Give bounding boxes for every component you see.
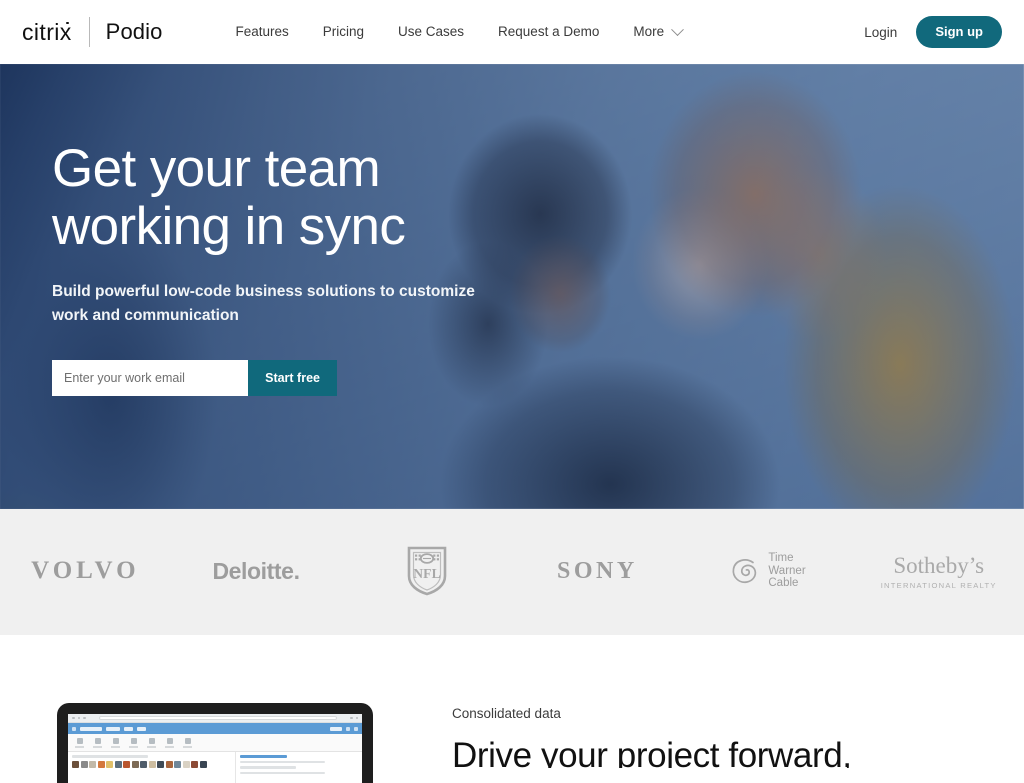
avatar	[199, 760, 207, 768]
browser-dot-icon	[350, 716, 353, 720]
nav-item-more-label: More	[633, 24, 665, 40]
avatar	[191, 760, 198, 768]
app-avatar-icon	[346, 726, 350, 731]
citrix-wordmark-icon: citrix	[22, 18, 72, 45]
app-title-placeholder	[80, 726, 102, 731]
avatar	[131, 760, 139, 768]
nav-item-pricing[interactable]: Pricing	[306, 25, 381, 39]
start-free-button[interactable]: Start free	[248, 360, 337, 396]
brand-divider	[88, 17, 90, 47]
hero-signup-form: Start free	[52, 360, 337, 396]
toolbar-icon	[75, 737, 84, 748]
volvo-logo-icon: VOLVO	[31, 557, 140, 584]
avatar	[97, 760, 105, 768]
browser-dot-icon	[83, 716, 86, 720]
site-header: citrix Podio Features Pricing Use Cases …	[0, 0, 1024, 64]
feature-text-block: Consolidated data Drive your project for…	[452, 707, 1012, 768]
member-avatar-grid	[72, 760, 231, 768]
avatar	[140, 760, 147, 768]
header-actions: Login Sign up	[864, 16, 1002, 48]
twc-wordmark: Time Warner Cable	[768, 552, 806, 590]
customer-logo-band: VOLVO Deloitte. NFL SONY Time Warner Cab…	[0, 509, 1024, 635]
feature-heading: Drive your project forward,	[452, 735, 852, 769]
content-line	[239, 760, 325, 763]
browser-dot-icon	[77, 716, 80, 720]
browser-chrome-bar	[68, 714, 362, 723]
content-line	[72, 755, 149, 758]
app-settings-icon	[354, 726, 358, 731]
browser-dot-icon	[355, 716, 358, 720]
hero-section: Get your team working in sync Build powe…	[0, 64, 1024, 509]
logo-cell-deloitte: Deloitte.	[171, 541, 342, 601]
app-nav-placeholder	[106, 726, 120, 731]
logo-cell-time-warner-cable: Time Warner Cable	[683, 541, 854, 601]
citrix-dot-icon	[66, 21, 69, 24]
toolbar-icon	[129, 737, 138, 748]
nav-item-use-cases[interactable]: Use Cases	[381, 25, 481, 39]
login-link[interactable]: Login	[864, 25, 897, 40]
avatar	[148, 760, 156, 768]
avatar	[157, 760, 164, 768]
work-email-input[interactable]	[52, 360, 249, 396]
podio-wordmark: Podio	[105, 19, 163, 44]
logo-cell-nfl: NFL	[341, 541, 512, 601]
app-action-placeholder	[330, 726, 342, 731]
sign-up-button[interactable]: Sign up	[916, 16, 1002, 48]
browser-dot-icon	[72, 716, 75, 720]
avatar	[182, 760, 190, 768]
tablet-screen	[68, 714, 362, 783]
avatar	[123, 760, 130, 768]
browser-url-bar	[98, 716, 337, 720]
nfl-shield-logo-icon: NFL	[407, 546, 446, 596]
toolbar-icon	[111, 737, 120, 748]
deloitte-logo-icon: Deloitte.	[212, 557, 300, 584]
toolbar-icon	[183, 737, 192, 748]
chevron-down-icon	[671, 22, 684, 36]
content-line	[239, 771, 325, 774]
avatar	[165, 760, 173, 768]
avatar	[174, 760, 181, 768]
sothebys-tagline: INTERNATIONAL REALTY	[880, 580, 997, 590]
logo-cell-volvo: VOLVO	[0, 541, 171, 601]
logo-cell-sothebys: Sotheby’s INTERNATIONAL REALTY	[853, 541, 1024, 601]
nav-item-features[interactable]: Features	[218, 25, 305, 39]
brand-logo[interactable]: citrix Podio	[22, 15, 162, 49]
svg-text:NFL: NFL	[413, 566, 441, 581]
hero-subtitle: Build powerful low-code business solutio…	[52, 283, 475, 324]
avatar	[72, 760, 79, 768]
content-line	[239, 755, 287, 758]
main-navigation: Features Pricing Use Cases Request a Dem…	[218, 22, 699, 40]
citrix-wordmark-text: citrix	[22, 18, 72, 45]
logo-cell-sony: SONY	[512, 541, 683, 601]
toolbar-icon	[147, 737, 156, 748]
content-line	[239, 766, 297, 769]
toolbar-icon	[165, 737, 174, 748]
feature-eyebrow: Consolidated data	[452, 706, 561, 721]
sothebys-logo-icon: Sotheby’s INTERNATIONAL REALTY	[881, 553, 997, 590]
toolbar-icon	[93, 737, 102, 748]
hero-content: Get your team working in sync Build powe…	[52, 140, 572, 396]
twc-eye-swirl-icon	[732, 558, 757, 583]
avatar	[80, 760, 88, 768]
time-warner-cable-logo-icon: Time Warner Cable	[730, 552, 806, 590]
sothebys-wordmark: Sotheby’s	[893, 552, 985, 578]
app-nav-placeholder	[124, 726, 133, 731]
nav-item-more[interactable]: More	[616, 22, 699, 40]
podio-toolbar	[68, 734, 362, 752]
avatar	[106, 760, 113, 768]
podio-app-header-bar	[68, 723, 362, 734]
hero-title: Get your team working in sync	[52, 139, 406, 256]
nav-item-request-a-demo[interactable]: Request a Demo	[481, 25, 616, 39]
product-screenshot-tablet	[57, 703, 373, 783]
avatar	[114, 760, 122, 768]
app-nav-placeholder	[137, 726, 146, 731]
sony-logo-icon: SONY	[557, 557, 638, 584]
app-menu-icon	[72, 726, 76, 731]
avatar	[89, 760, 96, 768]
